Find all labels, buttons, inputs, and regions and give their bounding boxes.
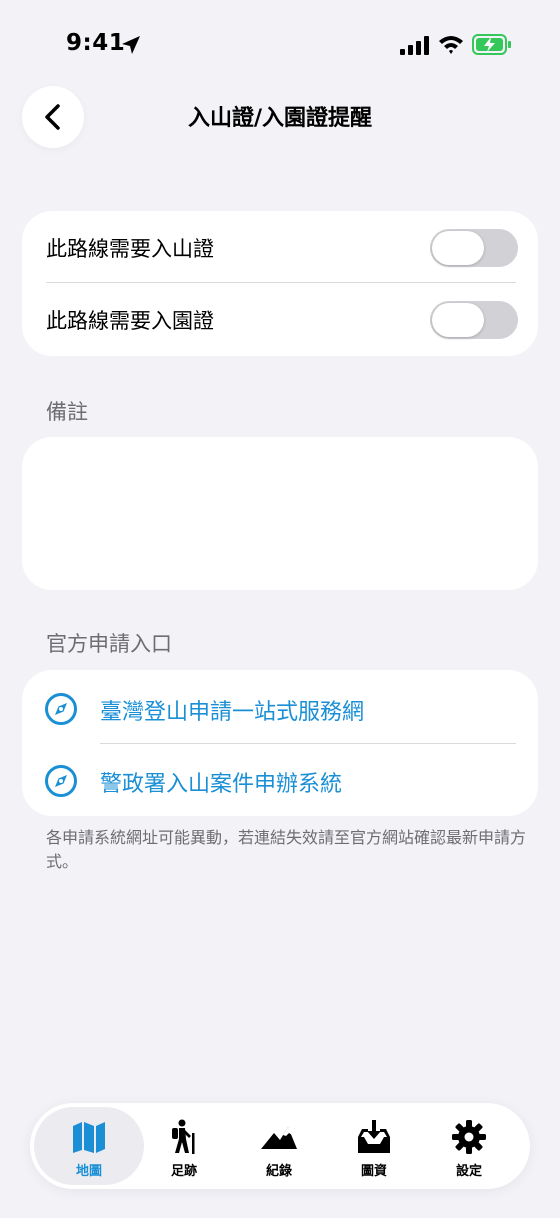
cellular-signal-icon	[400, 36, 429, 55]
permit-toggles-card: 此路線需要入山證 此路線需要入園證	[22, 211, 538, 356]
official-links-card: 臺灣登山申請一站式服務網 警政署入山案件申辦系統	[22, 670, 538, 816]
tab-label: 紀錄	[265, 1164, 292, 1179]
map-icon	[73, 1122, 105, 1153]
tab-label: 足跡	[170, 1164, 197, 1179]
park-permit-label: 此路線需要入園證	[46, 309, 214, 333]
notes-text-area[interactable]	[22, 437, 538, 590]
mountains-icon	[261, 1127, 297, 1149]
tab-label: 圖資	[360, 1164, 387, 1179]
tab-footprints[interactable]: 足跡	[129, 1107, 239, 1185]
tab-label: 設定	[455, 1164, 482, 1179]
status-time: 9:41	[66, 30, 126, 56]
link-label: 警政署入山案件申辦系統	[100, 772, 343, 797]
toggle-knob	[432, 303, 484, 337]
mountain-permit-row: 此路線需要入山證	[22, 211, 538, 283]
footnote: 各申請系統網址可能異動，若連結失效請至官方網站確認最新申請方式。	[46, 828, 527, 871]
page-title: 入山證/入園證提醒	[187, 106, 373, 131]
tab-map-data[interactable]: 圖資	[319, 1107, 429, 1185]
link-hiking-permit-portal[interactable]: 臺灣登山申請一站式服務網	[22, 672, 538, 744]
compass-icon	[45, 693, 77, 725]
battery-charging-icon	[472, 34, 511, 55]
link-police-permit-system[interactable]: 警政署入山案件申辦系統	[22, 744, 538, 816]
location-arrow-icon	[122, 36, 140, 54]
link-label: 臺灣登山申請一站式服務網	[100, 700, 365, 725]
mountain-permit-label: 此路線需要入山證	[46, 237, 214, 261]
toggle-knob	[432, 231, 484, 265]
download-tray-icon	[358, 1120, 390, 1153]
compass-icon	[45, 765, 77, 797]
notes-header: 備註	[46, 400, 88, 424]
tab-map[interactable]: 地圖	[34, 1107, 144, 1185]
mountain-permit-toggle[interactable]	[430, 229, 518, 267]
tab-records[interactable]: 紀錄	[224, 1107, 334, 1185]
gear-icon	[452, 1120, 486, 1154]
tab-label: 地圖	[75, 1164, 102, 1179]
hiker-icon	[172, 1119, 195, 1154]
park-permit-row: 此路線需要入園證	[22, 283, 538, 355]
park-permit-toggle[interactable]	[430, 301, 518, 339]
wifi-icon	[439, 36, 463, 54]
tab-settings[interactable]: 設定	[414, 1107, 524, 1185]
status-bar: 9:41	[0, 0, 560, 90]
tab-bar: 地圖 足跡 紀錄 圖資 設定	[30, 1103, 530, 1189]
official-links-header: 官方申請入口	[46, 632, 172, 656]
